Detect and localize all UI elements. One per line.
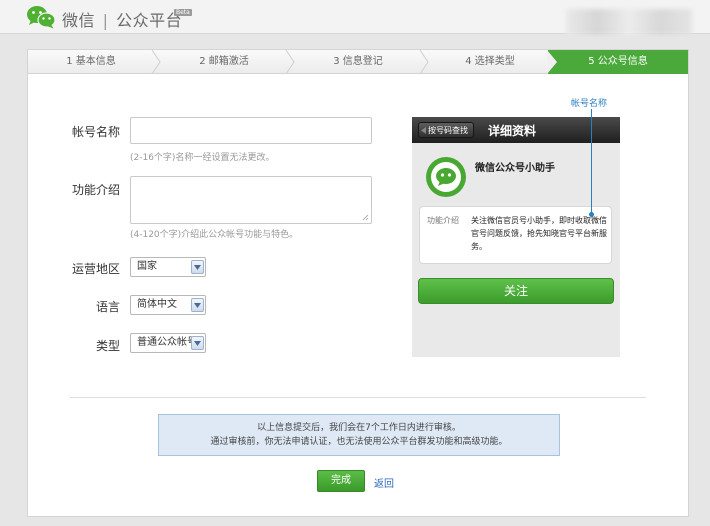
brand-name: 微信	[62, 11, 96, 30]
blurred-user-area	[566, 9, 692, 35]
top-header: 微信 | 公众平台 Beta	[0, 0, 710, 35]
back-arrow-icon	[421, 127, 426, 134]
wechat-logo-icon	[27, 6, 56, 29]
brand-title: 微信 | 公众平台	[62, 7, 182, 31]
resize-grip-icon[interactable]	[362, 214, 369, 221]
step-email-activation: 2 邮箱激活	[199, 56, 249, 67]
step-progress-bar: 1 基本信息 2 邮箱激活 3 信息登记 4 选择类型 5 公众号信息	[28, 50, 688, 74]
intro-hint: (4-120个字)介绍此公众帐号功能与特色。	[130, 230, 299, 240]
callout-account-name-label: 帐号名称	[571, 99, 608, 109]
callout-line	[591, 109, 592, 213]
region-select-value: 国家	[137, 261, 157, 272]
preview-description-label: 功能介绍	[427, 216, 459, 225]
account-name-input[interactable]	[130, 117, 372, 144]
registration-card: 1 基本信息 2 邮箱激活 3 信息登记 4 选择类型 5 公众号信息 帐号名称…	[27, 49, 689, 517]
preview-description-box: 功能介绍 关注微信官员号小助手，即时收取微信官号问题反馈，抢先知晓官号平台新服务…	[419, 206, 612, 264]
brand-separator: |	[102, 11, 109, 30]
account-name-label: 帐号名称	[71, 125, 120, 139]
preview-nav-bar: 按号码查找 详细资料	[412, 117, 620, 143]
preview-follow-button: 关注	[418, 278, 614, 304]
preview-back-label: 按号码查找	[428, 126, 468, 135]
notice-line-1: 以上信息提交后，我们会在7个工作日内进行审核。	[257, 423, 461, 433]
region-select[interactable]: 国家	[130, 257, 206, 277]
intro-label: 功能介绍	[71, 183, 120, 197]
profile-preview: 按号码查找 详细资料 微信公众号小助手 功能介绍 关注微信官员号小助手，即时收取…	[412, 117, 620, 357]
chevron-down-icon[interactable]	[191, 298, 204, 312]
language-select-value: 简体中文	[137, 299, 177, 310]
type-select-value: 普通公众帐号	[137, 337, 197, 348]
type-select[interactable]: 普通公众帐号	[130, 333, 206, 353]
type-label: 类型	[95, 339, 120, 353]
preview-account-name: 微信公众号小助手	[475, 163, 555, 174]
review-notice: 以上信息提交后，我们会在7个工作日内进行审核。 通过审核前，你无法申请认证，也无…	[158, 414, 560, 456]
step-account-info: 5 公众号信息	[548, 50, 688, 74]
language-select[interactable]: 简体中文	[130, 295, 206, 315]
chevron-down-icon[interactable]	[191, 260, 204, 274]
beta-badge: Beta	[174, 9, 192, 16]
brand-product: 公众平台	[116, 11, 183, 30]
wechat-avatar-icon	[426, 157, 466, 197]
section-divider	[70, 397, 646, 398]
back-link[interactable]: 返回	[374, 475, 394, 490]
preview-title: 详细资料	[488, 124, 537, 138]
step-select-type: 4 选择类型	[465, 56, 515, 67]
done-button[interactable]: 完成	[317, 470, 365, 492]
notice-line-2: 通过审核前，你无法申请认证，也无法使用公众平台群发功能和高级功能。	[210, 437, 508, 447]
preview-description-text: 关注微信官员号小助手，即时收取微信官号问题反馈，抢先知晓官号平台新服务。	[471, 216, 607, 251]
preview-back-button: 按号码查找	[418, 122, 474, 138]
step-info-registration: 3 信息登记	[333, 56, 383, 67]
language-label: 语言	[95, 300, 120, 314]
region-label: 运营地区	[71, 262, 120, 276]
step-basic-info: 1 基本信息	[66, 56, 116, 67]
chevron-down-icon[interactable]	[191, 336, 204, 350]
callout-dot	[589, 212, 594, 217]
step-active-arrow-icon	[547, 50, 557, 74]
intro-textarea[interactable]	[130, 176, 372, 224]
account-name-hint: (2-16个字)名称一经设置无法更改。	[130, 153, 275, 163]
